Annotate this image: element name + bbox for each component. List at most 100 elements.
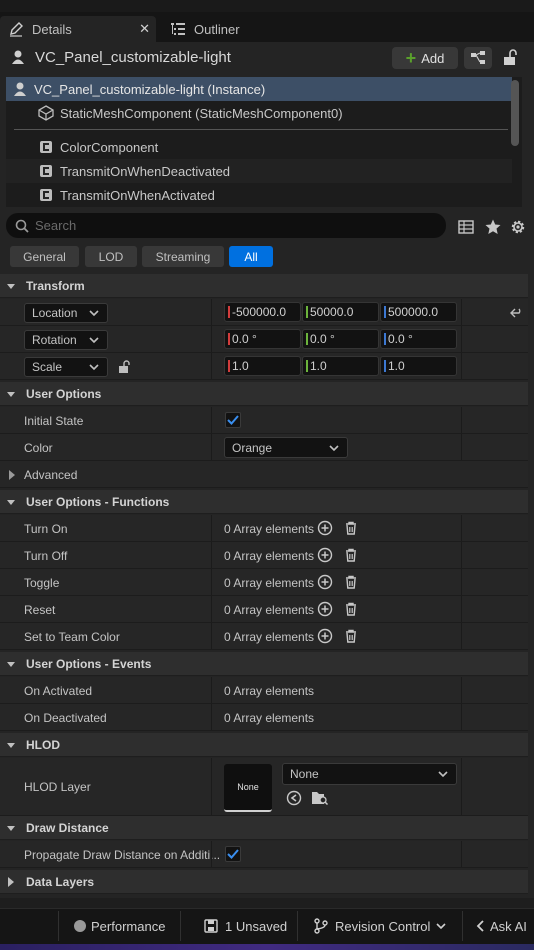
chevron-right-icon: [8, 876, 14, 887]
section-draw-distance[interactable]: Draw Distance: [0, 816, 528, 840]
location-y-field[interactable]: 50000.0: [302, 302, 379, 322]
chevron-down-icon: [7, 825, 15, 831]
location-y-value: 50000.0: [310, 305, 354, 319]
section-data-layers[interactable]: Data Layers: [0, 870, 528, 894]
filter-tab-general[interactable]: General: [10, 246, 79, 267]
chevron-down-icon: [89, 310, 99, 317]
actor-name: VC_Panel_customizable-light: [35, 49, 231, 66]
filter-tab-lod[interactable]: LOD: [85, 246, 137, 267]
propagate-checkbox[interactable]: [225, 846, 241, 862]
scale-y-field[interactable]: 1.0: [302, 356, 379, 376]
revision-control-button[interactable]: Revision Control: [314, 911, 446, 941]
function-label: Turn Off: [24, 549, 68, 563]
performance-label: Performance: [91, 918, 166, 934]
rotation-mode-dropdown[interactable]: Rotation: [24, 330, 108, 350]
browse-asset-icon[interactable]: [311, 790, 329, 806]
add-element-icon[interactable]: [317, 628, 333, 644]
function-label: Turn On: [24, 522, 68, 536]
rotation-z-field[interactable]: 0.0 °: [380, 329, 457, 349]
component-icon: [40, 165, 52, 177]
scale-x-field[interactable]: 1.0: [224, 356, 301, 376]
tree-item-color-component[interactable]: ColorComponent: [6, 135, 512, 159]
add-element-icon[interactable]: [317, 601, 333, 617]
on-deactivated-value: 0 Array elements: [224, 711, 315, 725]
use-selected-icon[interactable]: [286, 790, 302, 806]
tree-item-label: StaticMeshComponent (StaticMeshComponent…: [60, 105, 343, 121]
advanced-label: Advanced: [24, 468, 78, 482]
add-component-button[interactable]: + Add: [392, 47, 458, 69]
rotation-y-field[interactable]: 0.0 °: [302, 329, 379, 349]
filter-tab-streaming[interactable]: Streaming: [142, 246, 224, 267]
static-mesh-icon: [38, 105, 54, 121]
trash-icon[interactable]: [343, 547, 359, 563]
tab-details[interactable]: Details ✕: [0, 16, 156, 42]
add-element-icon[interactable]: [317, 547, 333, 563]
trash-icon[interactable]: [343, 628, 359, 644]
tree-item-transmit-activated[interactable]: TransmitOnWhenActivated: [6, 183, 512, 207]
panel-tab-bar: Details ✕ Outliner: [0, 12, 534, 42]
search-box[interactable]: [6, 213, 446, 238]
chevron-down-icon: [329, 444, 339, 451]
location-z-field[interactable]: 500000.0: [380, 302, 457, 322]
blueprint-icon: [471, 51, 485, 64]
filter-tab-all[interactable]: All: [229, 246, 273, 267]
tree-scrollbar[interactable]: [511, 80, 519, 146]
section-title: HLOD: [26, 737, 60, 752]
ask-ai-label: Ask AI: [490, 918, 527, 934]
scale-x-value: 1.0: [232, 359, 249, 373]
hlod-thumbnail[interactable]: None: [224, 764, 272, 812]
initial-state-label: Initial State: [24, 414, 84, 428]
hlod-layer-dropdown[interactable]: None: [282, 763, 457, 785]
initial-state-checkbox[interactable]: [225, 412, 241, 428]
array-elements-value: 0 Array elements: [224, 549, 315, 563]
section-transform[interactable]: Transform: [0, 274, 528, 298]
row-hlod-layer: HLOD Layer None None: [0, 758, 528, 816]
location-x-field[interactable]: -500000.0: [224, 302, 301, 322]
unsaved-button[interactable]: 1 Unsaved: [203, 911, 287, 941]
unsaved-label: 1 Unsaved: [225, 918, 288, 934]
row-rotation: Rotation 0.0 ° 0.0 ° 0.0 °: [0, 326, 528, 353]
row-advanced[interactable]: Advanced: [0, 461, 528, 488]
blueprint-button[interactable]: [464, 47, 492, 69]
performance-button[interactable]: Performance: [74, 911, 165, 941]
color-dropdown[interactable]: Orange: [224, 437, 348, 458]
location-mode-dropdown[interactable]: Location: [24, 303, 108, 323]
trash-icon[interactable]: [343, 574, 359, 590]
chevron-down-icon: [438, 771, 448, 778]
search-input[interactable]: [35, 218, 415, 233]
row-scale: Scale 1.0 1.0 1.0: [0, 353, 528, 380]
tab-outliner[interactable]: Outliner: [162, 16, 282, 42]
on-deactivated-label: On Deactivated: [24, 711, 107, 725]
ask-ai-button[interactable]: Ask AI: [476, 911, 527, 941]
section-user-options[interactable]: User Options: [0, 382, 528, 406]
section-hlod[interactable]: HLOD: [0, 733, 528, 757]
tree-item-actor[interactable]: VC_Panel_customizable-light (Instance): [6, 77, 512, 101]
reset-arrow-icon[interactable]: [510, 307, 524, 319]
chevron-down-icon: [7, 283, 15, 289]
gear-icon[interactable]: [509, 218, 527, 236]
unlock-icon[interactable]: [117, 360, 131, 374]
section-title: Transform: [26, 278, 85, 293]
table-view-icon[interactable]: [457, 218, 475, 236]
chevron-down-icon: [89, 364, 99, 371]
section-events[interactable]: User Options - Events: [0, 652, 528, 676]
chevron-down-icon: [7, 499, 15, 505]
chevron-down-icon: [89, 337, 99, 344]
trash-icon[interactable]: [343, 601, 359, 617]
section-title: User Options - Functions: [26, 494, 170, 509]
scale-z-field[interactable]: 1.0: [380, 356, 457, 376]
rotation-x-field[interactable]: 0.0 °: [224, 329, 301, 349]
tree-item-transmit-deactivated[interactable]: TransmitOnWhenDeactivated: [6, 159, 512, 183]
star-icon[interactable]: [484, 218, 502, 236]
scale-mode-dropdown[interactable]: Scale: [24, 357, 108, 377]
add-element-icon[interactable]: [317, 574, 333, 590]
chevron-down-icon: [7, 661, 15, 667]
row-initial-state: Initial State: [0, 407, 528, 434]
lock-icon[interactable]: [500, 48, 520, 68]
add-element-icon[interactable]: [317, 520, 333, 536]
component-icon: [40, 141, 52, 153]
tree-item-static-mesh[interactable]: StaticMeshComponent (StaticMeshComponent…: [6, 101, 512, 125]
trash-icon[interactable]: [343, 520, 359, 536]
section-functions[interactable]: User Options - Functions: [0, 490, 528, 514]
close-icon[interactable]: ✕: [139, 21, 150, 37]
